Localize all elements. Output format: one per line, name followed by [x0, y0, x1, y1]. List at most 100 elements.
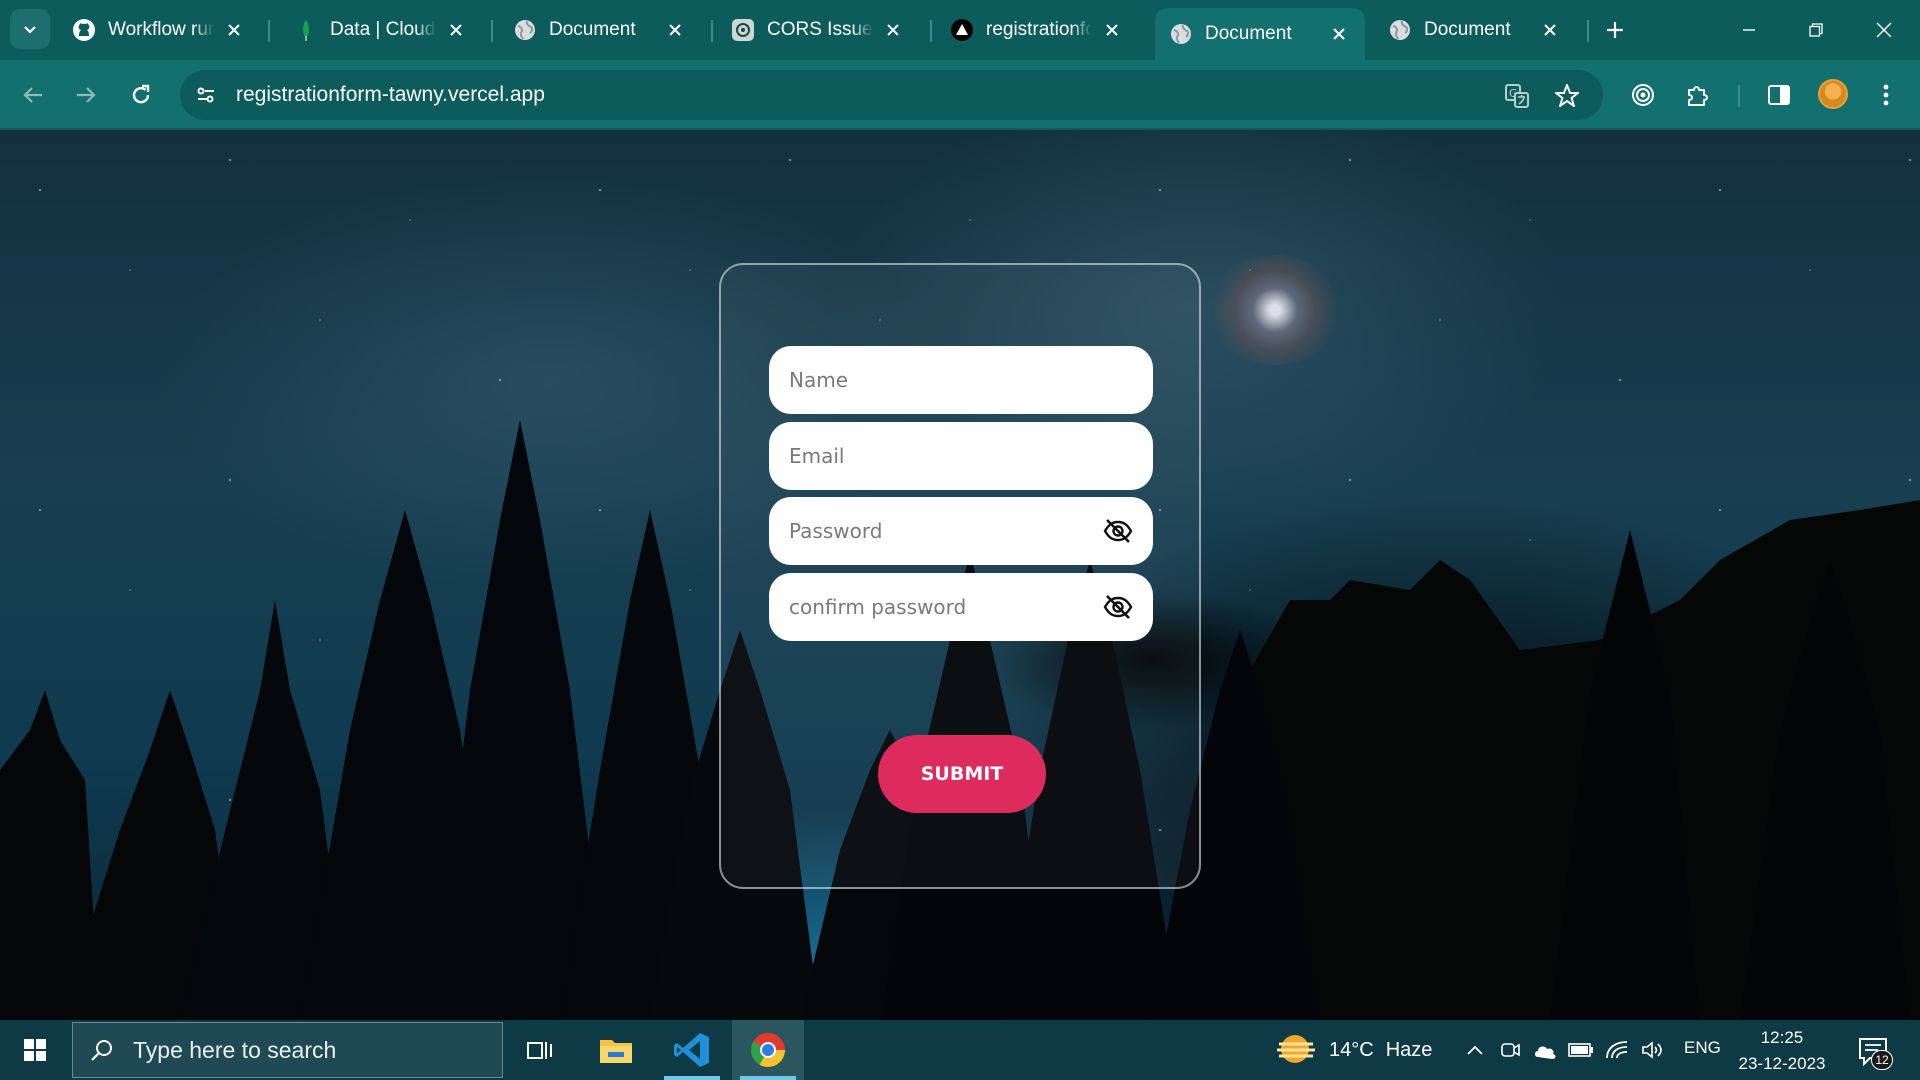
close-icon[interactable]	[1100, 18, 1124, 42]
file-explorer-icon	[600, 1040, 632, 1063]
tab-title: Data | Cloud: MongoDB	[330, 19, 436, 40]
reload-icon	[132, 84, 150, 104]
arrow-right-icon	[77, 87, 96, 103]
close-icon[interactable]	[881, 18, 905, 42]
restore-icon	[1809, 23, 1823, 37]
taskbar-search-box[interactable]: Type here to search	[72, 1022, 503, 1078]
language-indicator[interactable]: ENG	[1684, 1038, 1721, 1058]
tab-registrationform[interactable]: registrationform	[936, 8, 1138, 52]
clock-time: 12:25	[1760, 1028, 1804, 1047]
name-input[interactable]	[769, 346, 1153, 414]
search-icon	[91, 1040, 112, 1061]
meet-now-icon[interactable]	[1495, 1035, 1525, 1065]
close-window-button[interactable]	[1861, 10, 1907, 50]
windows-taskbar: Type here to search 14°C Haze ENG 12:25 …	[0, 1020, 1920, 1080]
weather-widget[interactable]: 14°C Haze	[1275, 1030, 1432, 1070]
active-app-indicator	[664, 1076, 720, 1080]
eye-slash-icon[interactable]	[1103, 517, 1133, 545]
globe-icon	[513, 18, 537, 42]
password-field[interactable]	[769, 497, 1153, 565]
start-button[interactable]	[0, 1020, 70, 1080]
battery-icon[interactable]	[1566, 1035, 1596, 1065]
profile-avatar[interactable]	[1818, 79, 1848, 109]
tab-title: CORS Issue Resolution	[767, 19, 873, 40]
tab-document-3[interactable]: Document	[1374, 8, 1576, 52]
chrome-button[interactable]	[732, 1020, 804, 1080]
back-button[interactable]	[13, 75, 53, 115]
url-text[interactable]: registrationform-tawny.vercel.app	[236, 83, 545, 107]
forward-button[interactable]	[66, 75, 106, 115]
tab-title: Document	[1205, 23, 1292, 44]
browser-toolbar: registrationform-tawny.vercel.app G	[0, 60, 1920, 130]
chevron-down-icon	[24, 26, 36, 34]
globe-icon	[1388, 18, 1412, 42]
close-icon[interactable]	[444, 18, 468, 42]
tab-mongodb[interactable]: Data | Cloud: MongoDB	[280, 8, 482, 52]
confirm-password-field[interactable]	[769, 573, 1153, 641]
task-view-button[interactable]	[504, 1020, 576, 1080]
tab-divider	[1587, 20, 1589, 42]
eye-slash-icon[interactable]	[1103, 593, 1133, 621]
close-icon[interactable]	[663, 18, 687, 42]
toolbar-divider	[1738, 85, 1740, 107]
close-icon[interactable]	[222, 18, 246, 42]
registration-form-card: SUBMIT	[719, 263, 1201, 889]
tab-divider	[491, 20, 493, 42]
tab-document-1[interactable]: Document	[499, 8, 701, 52]
github-icon	[72, 18, 96, 42]
tab-title: Document	[1424, 19, 1511, 40]
tab-strip: Workflow runs Data | Cloud: MongoDB Docu…	[0, 0, 1920, 60]
volume-icon[interactable]	[1638, 1035, 1668, 1065]
search-placeholder: Type here to search	[133, 1036, 337, 1063]
show-hidden-icons[interactable]	[1460, 1035, 1490, 1065]
extensions-puzzle-icon[interactable]	[1680, 77, 1716, 113]
vercel-icon	[950, 18, 974, 42]
tab-cors-issue[interactable]: CORS Issue Resolution	[717, 8, 919, 52]
close-icon[interactable]	[1327, 22, 1351, 46]
chevron-up-icon	[1467, 1045, 1483, 1055]
email-input[interactable]	[769, 422, 1153, 490]
email-field[interactable]	[769, 422, 1153, 490]
tab-divider	[711, 20, 713, 42]
side-panel-icon[interactable]	[1761, 77, 1797, 113]
more-menu-icon[interactable]	[1868, 77, 1904, 113]
confirm-password-input[interactable]	[769, 573, 1153, 641]
restore-button[interactable]	[1793, 10, 1839, 50]
tab-title: Document	[549, 19, 636, 40]
arrow-left-icon	[23, 87, 42, 103]
plus-icon	[1607, 22, 1623, 38]
tab-divider	[930, 20, 932, 42]
close-icon[interactable]	[1538, 18, 1562, 42]
tab-title: registrationform	[986, 19, 1092, 40]
chrome-icon	[751, 1033, 785, 1067]
new-tab-button[interactable]	[1599, 14, 1631, 46]
windows-logo-icon	[24, 1039, 46, 1061]
chatgpt-icon	[731, 18, 755, 42]
close-icon	[1876, 22, 1892, 38]
bookmark-star-icon[interactable]	[1549, 78, 1585, 114]
task-view-icon	[527, 1042, 552, 1059]
address-bar[interactable]: registrationform-tawny.vercel.app G	[180, 70, 1603, 120]
submit-button[interactable]: SUBMIT	[878, 735, 1046, 813]
onedrive-icon[interactable]	[1530, 1035, 1560, 1065]
tab-search-button[interactable]	[10, 9, 50, 49]
tab-workflow-runs[interactable]: Workflow runs	[58, 8, 260, 52]
site-info-icon[interactable]	[188, 77, 224, 113]
clock[interactable]: 12:25 23-12-2023	[1728, 1025, 1836, 1077]
name-field[interactable]	[769, 346, 1153, 414]
translate-icon[interactable]: G	[1499, 78, 1535, 114]
haze-sun-icon	[1277, 1035, 1315, 1063]
password-input[interactable]	[769, 497, 1153, 565]
mongodb-leaf-icon	[294, 18, 318, 42]
tab-title: Workflow runs	[108, 19, 214, 40]
globe-icon	[1169, 22, 1193, 46]
minimize-button[interactable]	[1726, 10, 1772, 50]
notification-count-badge: 12	[1871, 1050, 1893, 1070]
reload-button[interactable]	[121, 75, 161, 115]
file-explorer-button[interactable]	[580, 1020, 652, 1080]
extension-record-icon[interactable]	[1625, 77, 1661, 113]
vscode-button[interactable]	[656, 1020, 728, 1080]
tab-document-active[interactable]: Document	[1155, 8, 1365, 60]
page-viewport: SUBMIT	[0, 130, 1920, 1020]
wifi-icon[interactable]	[1602, 1035, 1632, 1065]
